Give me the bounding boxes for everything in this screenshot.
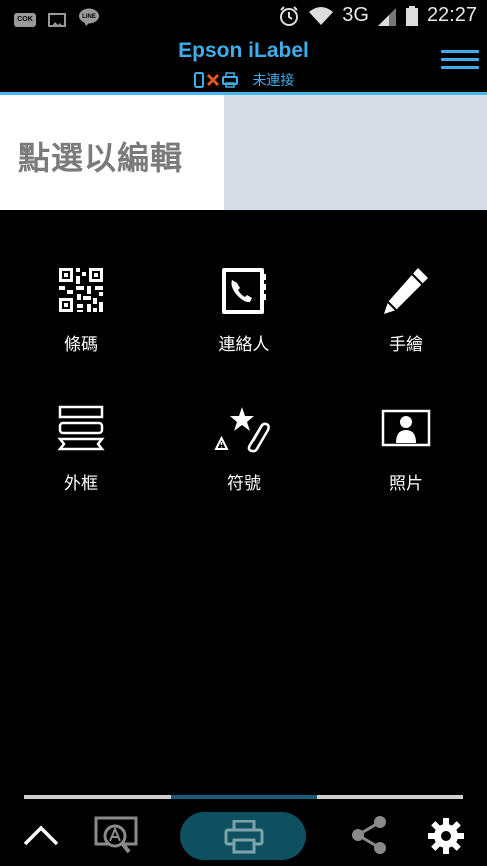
tool-label: 照片 [389, 474, 423, 494]
text-recognition-icon[interactable] [94, 816, 140, 861]
connection-status[interactable]: 未連接 [0, 70, 487, 91]
tool-label: 外框 [64, 474, 98, 494]
symbol-icon [214, 405, 274, 459]
settings-gear-icon[interactable] [427, 817, 465, 860]
signal-strength-icon [377, 7, 396, 26]
photo-icon [376, 405, 436, 459]
wifi-icon [309, 6, 334, 25]
contact-book-icon [214, 266, 274, 320]
battery-icon [405, 5, 418, 26]
svg-text:LINE: LINE [82, 14, 96, 20]
pencil-icon [376, 266, 436, 320]
app-header: Epson iLabel 未連接 [0, 34, 487, 92]
tool-photo[interactable]: 照片 [336, 405, 476, 494]
connection-status-label: 未連接 [252, 72, 295, 88]
image-notification-icon [48, 12, 66, 27]
print-icon [224, 820, 264, 854]
share-icon[interactable] [349, 814, 389, 861]
app-title: Epson iLabel [178, 39, 309, 62]
disconnected-printer-icon [193, 71, 239, 91]
tool-frame[interactable]: 外框 [11, 405, 151, 494]
hamburger-menu-icon[interactable] [441, 50, 479, 74]
tool-label: 手繪 [389, 335, 423, 355]
page-indicator-active [171, 795, 317, 799]
chevron-up-icon[interactable] [22, 822, 60, 853]
tool-label: 條碼 [64, 335, 98, 355]
bottom-toolbar [0, 800, 487, 866]
edit-prompt: 點選以編輯 [18, 139, 184, 177]
label-edit-area[interactable]: 點選以編輯 [0, 95, 487, 210]
tool-symbols[interactable]: 符號 [174, 405, 314, 494]
tool-handwriting[interactable]: 手繪 [336, 266, 476, 355]
clock-time: 22:27 [426, 4, 477, 26]
cok-notification-icon: COK [14, 12, 36, 27]
status-bar: COK LINE 3G 22:27 [0, 0, 487, 34]
qr-code-icon [51, 266, 111, 320]
print-button[interactable] [180, 812, 306, 860]
tool-contacts[interactable]: 連絡人 [174, 266, 314, 355]
line-notification-icon: LINE [78, 8, 100, 31]
alarm-clock-icon [280, 5, 299, 26]
tool-barcode[interactable]: 條碼 [11, 266, 151, 355]
page-indicator [24, 795, 463, 799]
network-type: 3G [342, 4, 369, 26]
frame-icon [51, 405, 111, 459]
tool-label: 符號 [227, 474, 261, 494]
label-preview[interactable]: 點選以編輯 [0, 95, 224, 210]
tool-label: 連絡人 [218, 335, 270, 355]
